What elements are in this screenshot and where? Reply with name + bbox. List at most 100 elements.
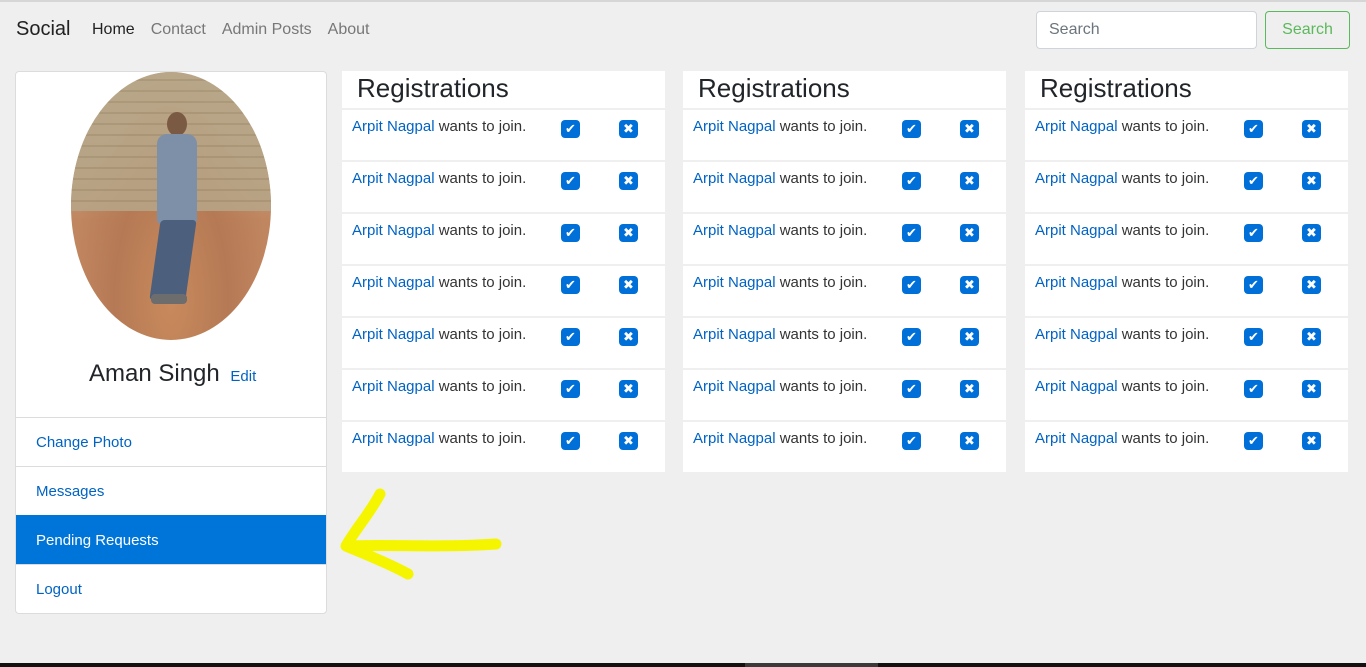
check-square-icon[interactable]: ✔ bbox=[902, 432, 921, 450]
search-button[interactable]: Search bbox=[1265, 11, 1350, 49]
request-row: Arpit Nagpal wants to join. ✔ ✖ bbox=[1025, 422, 1348, 472]
profile-menu: Change Photo Messages Pending Requests L… bbox=[16, 417, 326, 613]
requester-name-link[interactable]: Arpit Nagpal bbox=[1035, 222, 1118, 239]
request-text: Arpit Nagpal wants to join. bbox=[693, 222, 867, 239]
check-square-icon[interactable]: ✔ bbox=[561, 276, 580, 294]
request-message: wants to join. bbox=[1117, 326, 1210, 343]
registrations-panel: Registrations Arpit Nagpal wants to join.… bbox=[342, 71, 665, 473]
x-square-icon[interactable]: ✖ bbox=[1302, 432, 1321, 450]
check-square-icon[interactable]: ✔ bbox=[561, 432, 580, 450]
requester-name-link[interactable]: Arpit Nagpal bbox=[693, 118, 776, 135]
check-square-icon[interactable]: ✔ bbox=[561, 224, 580, 242]
requester-name-link[interactable]: Arpit Nagpal bbox=[352, 118, 435, 135]
requester-name-link[interactable]: Arpit Nagpal bbox=[352, 170, 435, 187]
requester-name-link[interactable]: Arpit Nagpal bbox=[693, 274, 776, 291]
check-square-icon[interactable]: ✔ bbox=[902, 380, 921, 398]
requester-name-link[interactable]: Arpit Nagpal bbox=[693, 222, 776, 239]
request-row: Arpit Nagpal wants to join. ✔ ✖ bbox=[683, 422, 1006, 472]
check-square-icon[interactable]: ✔ bbox=[1244, 380, 1263, 398]
check-square-icon[interactable]: ✔ bbox=[561, 120, 580, 138]
panel-title: Registrations bbox=[683, 71, 1006, 108]
x-square-icon[interactable]: ✖ bbox=[960, 432, 979, 450]
x-square-icon[interactable]: ✖ bbox=[1302, 172, 1321, 190]
menu-item-messages[interactable]: Messages bbox=[16, 466, 326, 515]
request-text: Arpit Nagpal wants to join. bbox=[1035, 378, 1209, 395]
x-square-icon[interactable]: ✖ bbox=[619, 224, 638, 242]
menu-item-change-photo[interactable]: Change Photo bbox=[16, 417, 326, 466]
request-row: Arpit Nagpal wants to join. ✔ ✖ bbox=[683, 162, 1006, 212]
requester-name-link[interactable]: Arpit Nagpal bbox=[352, 326, 435, 343]
requester-name-link[interactable]: Arpit Nagpal bbox=[693, 170, 776, 187]
menu-item-pending-requests[interactable]: Pending Requests bbox=[16, 515, 326, 564]
check-square-icon[interactable]: ✔ bbox=[1244, 120, 1263, 138]
check-square-icon[interactable]: ✔ bbox=[902, 224, 921, 242]
check-square-icon[interactable]: ✔ bbox=[1244, 432, 1263, 450]
request-row: Arpit Nagpal wants to join. ✔ ✖ bbox=[342, 370, 665, 420]
x-square-icon[interactable]: ✖ bbox=[619, 380, 638, 398]
check-square-icon[interactable]: ✔ bbox=[1244, 224, 1263, 242]
x-square-icon[interactable]: ✖ bbox=[1302, 276, 1321, 294]
requester-name-link[interactable]: Arpit Nagpal bbox=[352, 378, 435, 395]
panel-title: Registrations bbox=[342, 71, 665, 108]
x-square-icon[interactable]: ✖ bbox=[619, 120, 638, 138]
request-message: wants to join. bbox=[434, 274, 527, 291]
requester-name-link[interactable]: Arpit Nagpal bbox=[1035, 430, 1118, 447]
requester-name-link[interactable]: Arpit Nagpal bbox=[1035, 170, 1118, 187]
x-square-icon[interactable]: ✖ bbox=[619, 276, 638, 294]
check-square-icon[interactable]: ✔ bbox=[561, 380, 580, 398]
requester-name-link[interactable]: Arpit Nagpal bbox=[1035, 274, 1118, 291]
search-input[interactable] bbox=[1036, 11, 1257, 49]
x-square-icon[interactable]: ✖ bbox=[960, 120, 979, 138]
x-square-icon[interactable]: ✖ bbox=[960, 328, 979, 346]
requester-name-link[interactable]: Arpit Nagpal bbox=[352, 430, 435, 447]
requester-name-link[interactable]: Arpit Nagpal bbox=[352, 222, 435, 239]
main-nav: Home Contact Admin Posts About bbox=[92, 21, 369, 39]
check-square-icon[interactable]: ✔ bbox=[902, 328, 921, 346]
profile-name-block: Aman Singh Edit bbox=[89, 360, 256, 388]
x-square-icon[interactable]: ✖ bbox=[619, 328, 638, 346]
request-message: wants to join. bbox=[1117, 118, 1210, 135]
request-row: Arpit Nagpal wants to join. ✔ ✖ bbox=[342, 214, 665, 264]
edit-profile-link[interactable]: Edit bbox=[230, 368, 256, 385]
check-square-icon[interactable]: ✔ bbox=[561, 328, 580, 346]
requester-name-link[interactable]: Arpit Nagpal bbox=[693, 326, 776, 343]
profile-name: Aman Singh bbox=[89, 360, 220, 387]
request-row: Arpit Nagpal wants to join. ✔ ✖ bbox=[342, 318, 665, 368]
request-text: Arpit Nagpal wants to join. bbox=[1035, 222, 1209, 239]
check-square-icon[interactable]: ✔ bbox=[1244, 276, 1263, 294]
x-square-icon[interactable]: ✖ bbox=[619, 172, 638, 190]
requester-name-link[interactable]: Arpit Nagpal bbox=[1035, 326, 1118, 343]
menu-item-logout[interactable]: Logout bbox=[16, 564, 326, 613]
x-square-icon[interactable]: ✖ bbox=[1302, 224, 1321, 242]
check-square-icon[interactable]: ✔ bbox=[902, 120, 921, 138]
requester-name-link[interactable]: Arpit Nagpal bbox=[1035, 378, 1118, 395]
nav-link-home[interactable]: Home bbox=[92, 21, 135, 39]
x-square-icon[interactable]: ✖ bbox=[960, 172, 979, 190]
x-square-icon[interactable]: ✖ bbox=[1302, 328, 1321, 346]
check-square-icon[interactable]: ✔ bbox=[1244, 172, 1263, 190]
request-text: Arpit Nagpal wants to join. bbox=[352, 222, 526, 239]
check-square-icon[interactable]: ✔ bbox=[902, 276, 921, 294]
request-text: Arpit Nagpal wants to join. bbox=[1035, 274, 1209, 291]
request-row: Arpit Nagpal wants to join. ✔ ✖ bbox=[1025, 162, 1348, 212]
x-square-icon[interactable]: ✖ bbox=[960, 276, 979, 294]
requester-name-link[interactable]: Arpit Nagpal bbox=[693, 430, 776, 447]
x-square-icon[interactable]: ✖ bbox=[960, 224, 979, 242]
requester-name-link[interactable]: Arpit Nagpal bbox=[1035, 118, 1118, 135]
x-square-icon[interactable]: ✖ bbox=[960, 380, 979, 398]
nav-link-about[interactable]: About bbox=[328, 21, 370, 39]
nav-link-admin-posts[interactable]: Admin Posts bbox=[222, 21, 312, 39]
request-message: wants to join. bbox=[434, 170, 527, 187]
requester-name-link[interactable]: Arpit Nagpal bbox=[693, 378, 776, 395]
requester-name-link[interactable]: Arpit Nagpal bbox=[352, 274, 435, 291]
x-square-icon[interactable]: ✖ bbox=[1302, 380, 1321, 398]
x-square-icon[interactable]: ✖ bbox=[1302, 120, 1321, 138]
avatar[interactable] bbox=[71, 72, 271, 340]
x-square-icon[interactable]: ✖ bbox=[619, 432, 638, 450]
check-square-icon[interactable]: ✔ bbox=[561, 172, 580, 190]
request-text: Arpit Nagpal wants to join. bbox=[352, 430, 526, 447]
nav-link-contact[interactable]: Contact bbox=[151, 21, 206, 39]
check-square-icon[interactable]: ✔ bbox=[1244, 328, 1263, 346]
check-square-icon[interactable]: ✔ bbox=[902, 172, 921, 190]
brand-logo[interactable]: Social bbox=[16, 18, 70, 41]
